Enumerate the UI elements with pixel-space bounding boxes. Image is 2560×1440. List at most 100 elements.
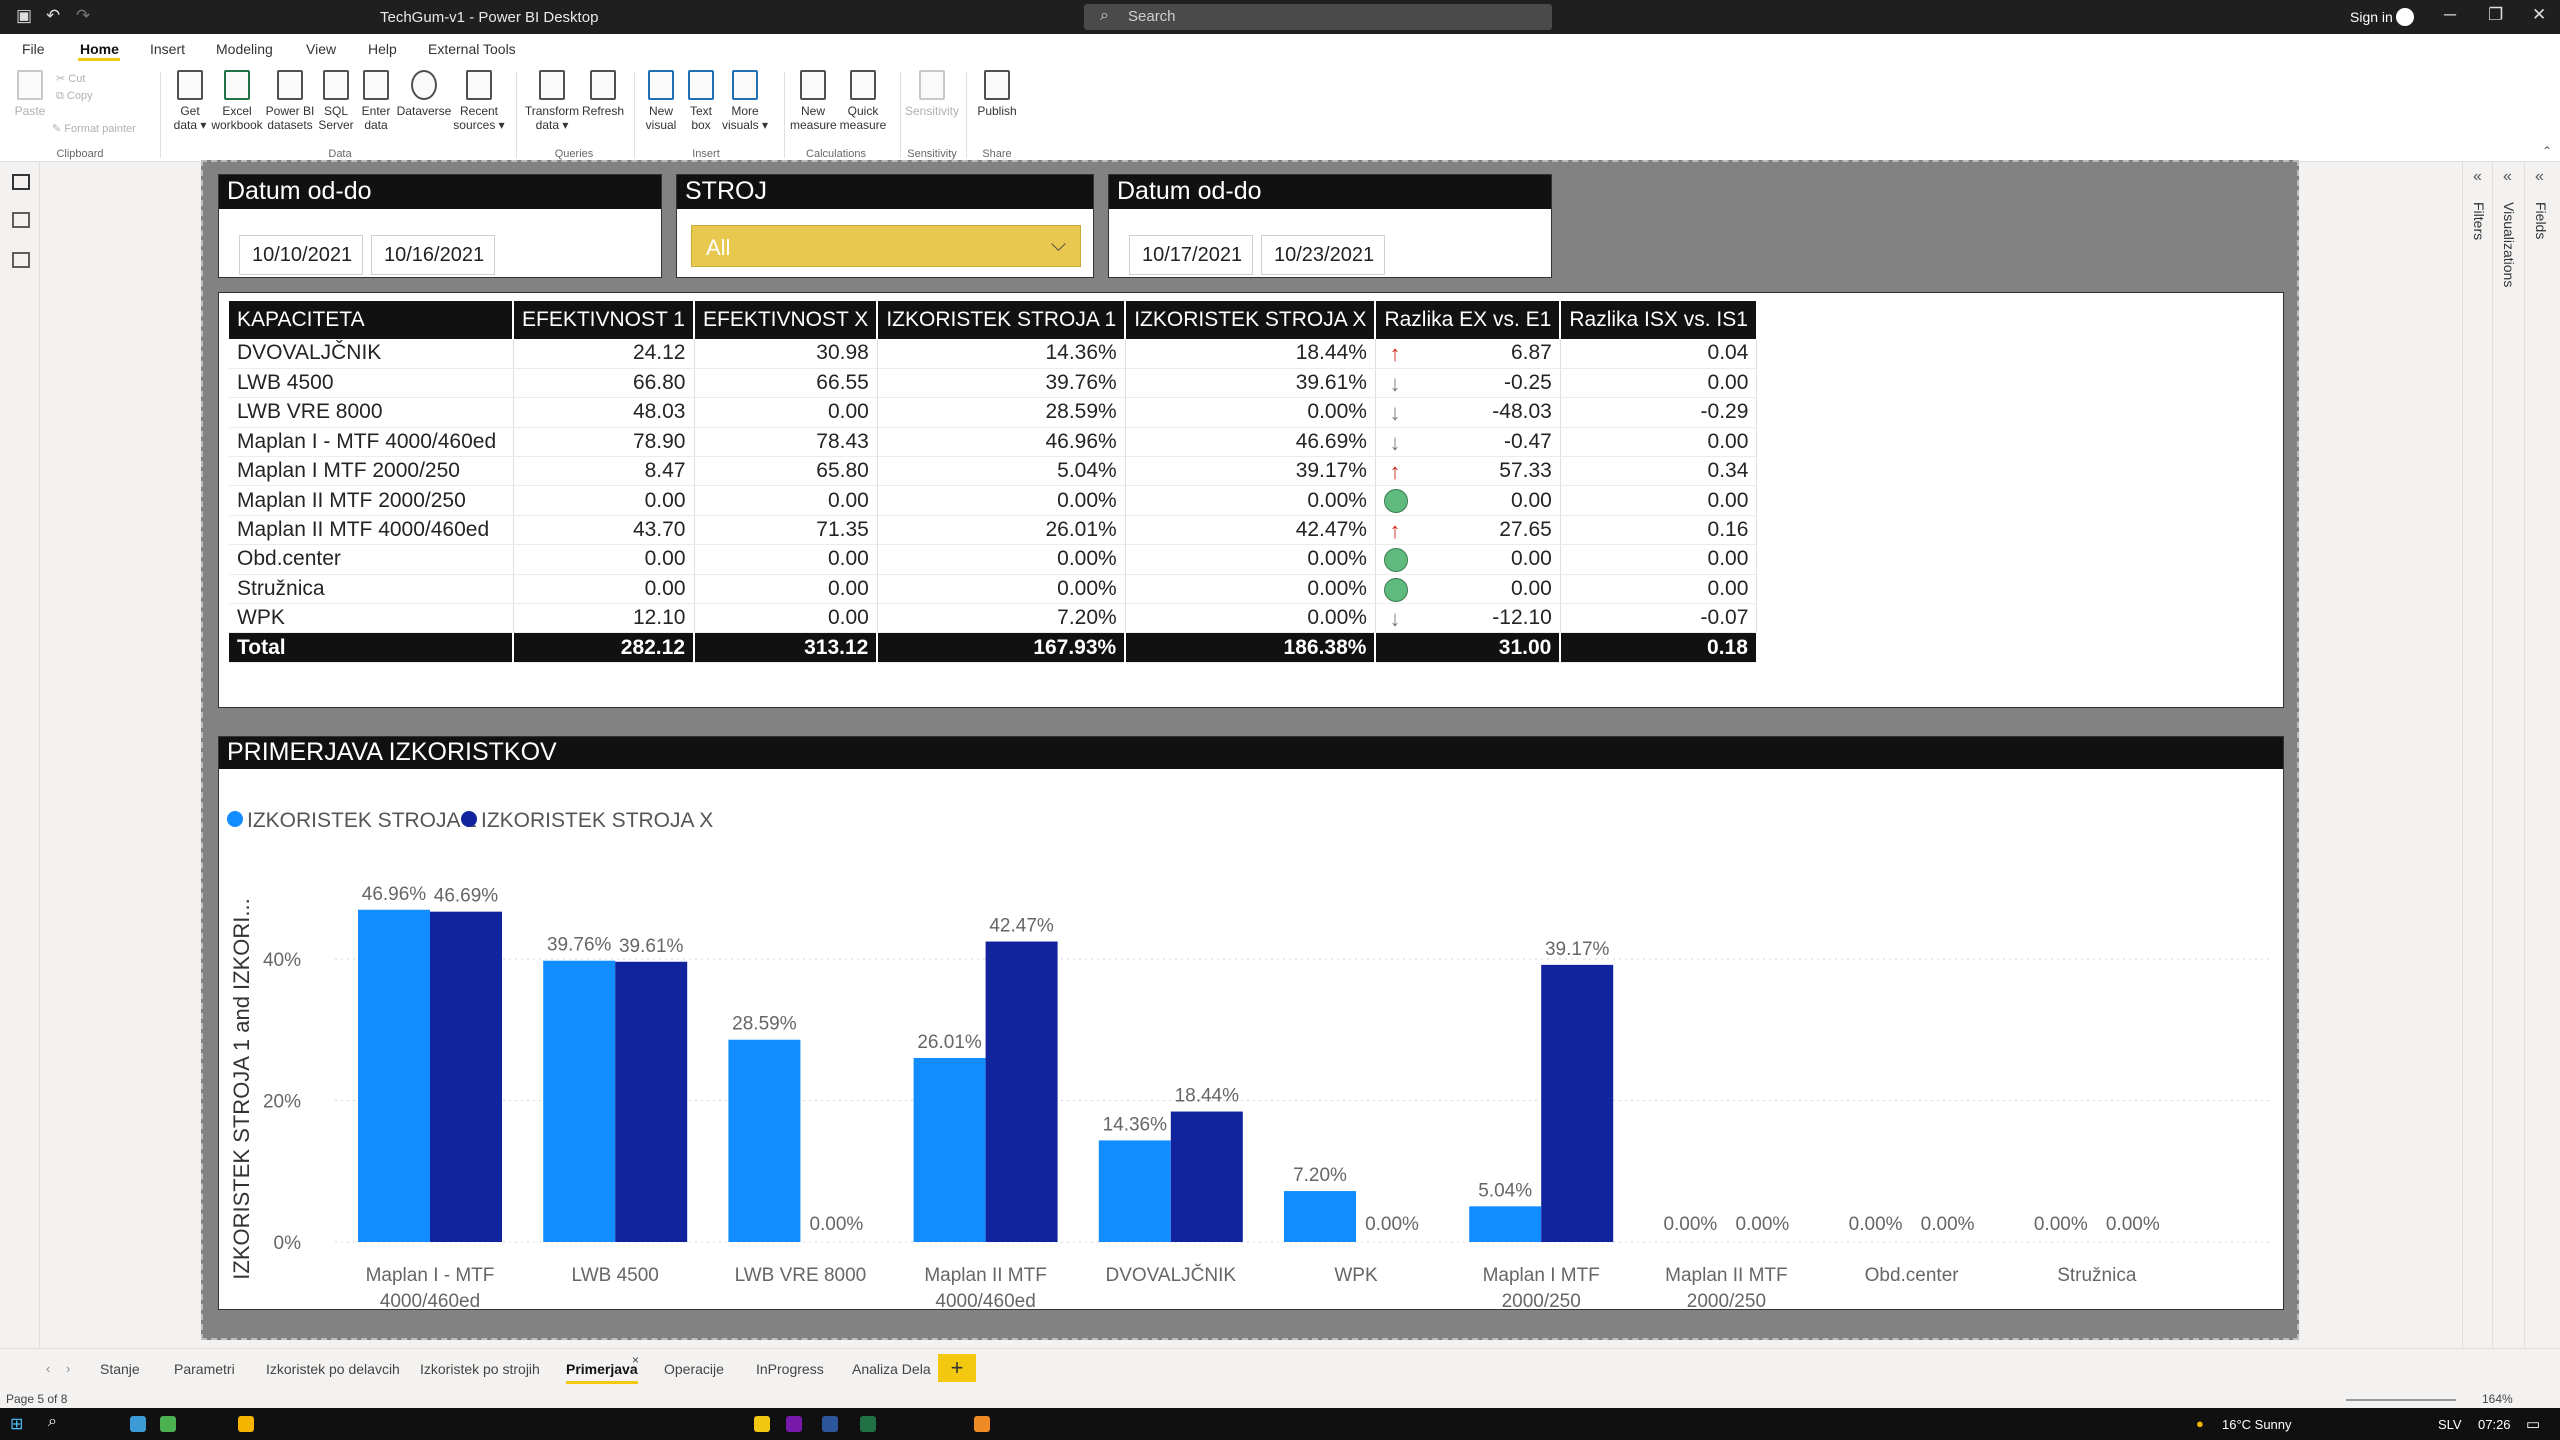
search-box[interactable]: ⌕ Search	[1084, 4, 1552, 30]
report-view-icon[interactable]	[12, 174, 30, 190]
page-tab-active[interactable]: Primerjava	[566, 1357, 638, 1384]
add-page-button[interactable]: +	[938, 1354, 976, 1382]
sensitivity-button[interactable]: Sensitivity	[904, 70, 960, 118]
tab-view[interactable]: View	[306, 41, 336, 57]
tab-file[interactable]: File	[22, 41, 45, 57]
date-from-input[interactable]: 10/10/2021	[239, 235, 363, 275]
data-view-icon[interactable]	[12, 212, 30, 228]
paste-button[interactable]: Paste	[10, 70, 50, 118]
col-header[interactable]: EFEKTIVNOST 1	[513, 301, 695, 339]
table-row[interactable]: Maplan II MTF 4000/460ed 43.70 71.35 26.01%…	[229, 515, 1758, 546]
collapse-ribbon-icon[interactable]: ⌃	[2542, 144, 2552, 158]
excel-icon[interactable]	[860, 1416, 876, 1432]
new-visual-button[interactable]: New visual	[640, 70, 682, 132]
recent-sources-button[interactable]: Recent sources ▾	[452, 70, 506, 132]
enter-data-button[interactable]: Enter data	[356, 70, 396, 132]
page-tab[interactable]: Stanje	[100, 1357, 140, 1381]
collapse-icon[interactable]: «	[2473, 168, 2482, 186]
page-tab[interactable]: Parametri	[174, 1357, 235, 1381]
collapse-icon[interactable]: «	[2535, 168, 2544, 186]
publish-button[interactable]: Publish	[972, 70, 1022, 118]
prev-page-icon[interactable]: ‹	[46, 1361, 50, 1376]
cut-button[interactable]: ✂ Cut	[56, 72, 85, 85]
collapse-icon[interactable]: «	[2503, 168, 2512, 186]
data-label: 14.36%	[1103, 1114, 1168, 1135]
fields-pane[interactable]: « Fields	[2524, 162, 2560, 1348]
app-icon[interactable]	[130, 1416, 146, 1432]
cell-efektivnost-1: 8.47	[513, 456, 695, 487]
language-indicator[interactable]: SLV	[2438, 1417, 2462, 1432]
cell-kapaciteta: DVOVALJČNIK	[229, 339, 514, 369]
page-tab[interactable]: Izkoristek po strojih	[420, 1357, 540, 1381]
zoom-slider[interactable]	[2346, 1399, 2456, 1401]
table-row[interactable]: DVOVALJČNIK 24.12 30.98 14.36% 18.44% ↑ 6.87 0.…	[229, 339, 1758, 369]
tab-home[interactable]: Home	[80, 41, 119, 57]
table-row[interactable]: Maplan I MTF 2000/250 8.47 65.80 5.04% 39.17…	[229, 456, 1758, 487]
page-tab[interactable]: Izkoristek po delavcih	[266, 1357, 400, 1381]
date-from-input[interactable]: 10/17/2021	[1129, 235, 1253, 275]
table-row[interactable]: Maplan II MTF 2000/250 0.00 0.00 0.00% 0.00%…	[229, 485, 1758, 516]
col-header[interactable]: IZKORISTEK STROJA X	[1125, 301, 1377, 339]
table-row[interactable]: Stružnica 0.00 0.00 0.00% 0.00% 0.00 0.00	[229, 574, 1758, 605]
get-data-button[interactable]: Get data ▾	[168, 70, 212, 132]
word-icon[interactable]	[822, 1416, 838, 1432]
sql-server-button[interactable]: SQL Server	[316, 70, 356, 132]
legend-label: IZKORISTEK STROJA X	[481, 809, 713, 832]
search-icon[interactable]: ⌕	[48, 1413, 57, 1431]
notifications-icon[interactable]: ▭	[2526, 1415, 2540, 1433]
undo-icon[interactable]: ↶	[46, 6, 60, 26]
tab-insert[interactable]: Insert	[150, 41, 185, 57]
cell-izkoristek-1: 0.00%	[877, 544, 1126, 575]
close-tab-icon[interactable]: ×	[632, 1353, 639, 1367]
redo-icon[interactable]: ↷	[76, 6, 90, 26]
col-header[interactable]: Razlika EX vs. E1	[1375, 301, 1562, 339]
table-row[interactable]: Obd.center 0.00 0.00 0.00% 0.00% 0.00 0.00	[229, 544, 1758, 575]
model-view-icon[interactable]	[12, 252, 30, 268]
table-row[interactable]: WPK 12.10 0.00 7.20% 0.00% ↓ -12.10 -0.07	[229, 603, 1758, 634]
next-page-icon[interactable]: ›	[66, 1361, 70, 1376]
page-tab[interactable]: Analiza Dela	[852, 1357, 931, 1381]
date-to-input[interactable]: 10/23/2021	[1261, 235, 1385, 275]
app-icon[interactable]	[160, 1416, 176, 1432]
tab-help[interactable]: Help	[368, 41, 397, 57]
table-row[interactable]: LWB VRE 8000 48.03 0.00 28.59% 0.00% ↓ -48.03-…	[229, 397, 1758, 428]
new-measure-button[interactable]: New measure	[790, 70, 837, 132]
avatar[interactable]	[2396, 8, 2414, 26]
tab-external-tools[interactable]: External Tools	[428, 41, 516, 57]
restore-icon[interactable]: ❐	[2488, 5, 2503, 25]
page-tab[interactable]: InProgress	[756, 1357, 824, 1381]
data-label: 0.00%	[1663, 1214, 1717, 1235]
weather-text[interactable]: 16°C Sunny	[2222, 1417, 2292, 1432]
excel-workbook-button[interactable]: Excel workbook	[208, 70, 266, 132]
quick-measure-button[interactable]: Quick measure	[838, 70, 888, 132]
more-visuals-button[interactable]: More visuals ▾	[720, 70, 770, 132]
date-to-input[interactable]: 10/16/2021	[371, 235, 495, 275]
pbi-datasets-button[interactable]: Power BI datasets	[264, 70, 316, 132]
col-header[interactable]: EFEKTIVNOST X	[694, 301, 879, 339]
save-icon[interactable]: ▣	[16, 6, 32, 26]
page-tab[interactable]: Operacije	[664, 1357, 724, 1381]
refresh-button[interactable]: Refresh	[578, 70, 628, 118]
tab-modeling[interactable]: Modeling	[216, 41, 273, 57]
col-header[interactable]: KAPACITETA	[229, 301, 514, 339]
onenote-icon[interactable]	[786, 1416, 802, 1432]
app-icon[interactable]	[974, 1416, 990, 1432]
dataverse-button[interactable]: Dataverse	[396, 70, 452, 118]
sign-in-link[interactable]: Sign in	[2350, 9, 2393, 25]
col-header[interactable]: IZKORISTEK STROJA 1	[877, 301, 1127, 339]
clock[interactable]: 07:26	[2478, 1417, 2511, 1432]
stroj-dropdown[interactable]: All ⌵	[691, 225, 1081, 267]
close-icon[interactable]: ✕	[2532, 5, 2546, 25]
minimize-icon[interactable]: ─	[2444, 5, 2456, 25]
transform-data-button[interactable]: Transform data ▾	[524, 70, 580, 132]
copy-button[interactable]: ⧉ Copy	[56, 90, 93, 103]
col-header[interactable]: Razlika ISX vs. IS1	[1560, 301, 1758, 339]
text-box-button[interactable]: Text box	[682, 70, 720, 132]
format-painter-button[interactable]: ✎ Format painter	[52, 122, 136, 135]
start-icon[interactable]: ⊞	[10, 1414, 23, 1434]
app-icon[interactable]	[238, 1416, 254, 1432]
table-row[interactable]: LWB 4500 66.80 66.55 39.76% 39.61% ↓ -0.25 0.00	[229, 368, 1758, 399]
table-row[interactable]: Maplan I - MTF 4000/460ed 78.90 78.43 46.96…	[229, 427, 1758, 458]
powerbi-icon[interactable]	[754, 1416, 770, 1432]
table-icon	[363, 70, 389, 100]
